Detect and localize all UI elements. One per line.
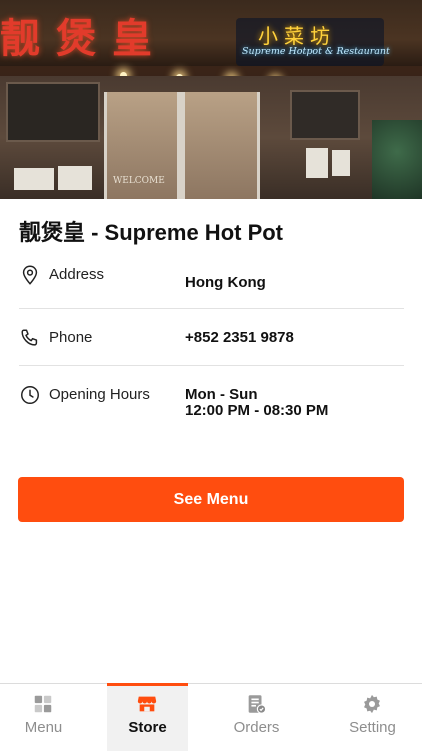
tab-menu-label: Menu xyxy=(24,719,63,736)
location-pin-icon xyxy=(22,265,38,285)
address-label: Address xyxy=(49,266,105,283)
neon-sign-chinese: 小菜坊 xyxy=(258,24,336,48)
opening-hours-label: Opening Hours xyxy=(49,386,150,403)
tab-setting[interactable]: Setting xyxy=(332,684,413,751)
address-value: Hong Kong xyxy=(185,274,266,291)
welcome-mat: WELCOME xyxy=(113,176,165,186)
gear-icon xyxy=(364,694,380,714)
phone-label: Phone xyxy=(49,329,93,346)
opening-days: Mon - Sun xyxy=(185,386,258,403)
active-tab-indicator xyxy=(107,683,188,686)
entrance-door: WELCOME xyxy=(104,92,260,199)
see-menu-button[interactable]: See Menu xyxy=(18,477,404,522)
divider xyxy=(19,308,404,309)
opening-time: 12:00 PM - 08:30 PM xyxy=(185,402,329,419)
tab-menu[interactable]: Menu xyxy=(3,684,84,751)
left-window xyxy=(6,82,100,142)
tab-store[interactable]: Store xyxy=(107,683,188,751)
store-title: 靓煲皇 - Supreme Hot Pot xyxy=(19,220,284,245)
clock-icon xyxy=(21,386,39,404)
tab-orders-label: Orders xyxy=(233,719,280,736)
right-window xyxy=(290,90,360,140)
storefront-icon xyxy=(137,696,157,712)
divider xyxy=(19,365,404,366)
tab-store-label: Store xyxy=(128,719,167,736)
receipt-icon xyxy=(248,695,267,714)
store-photo: 靓煲皇 小菜坊 Supreme Hotpot & Restaurant WELC… xyxy=(0,0,422,199)
tab-orders[interactable]: Orders xyxy=(216,684,297,751)
grid-icon xyxy=(34,695,52,713)
plant xyxy=(372,120,422,199)
sign-chinese-name: 靓煲皇 xyxy=(0,15,168,62)
tab-setting-label: Setting xyxy=(349,719,396,736)
phone-icon xyxy=(21,329,38,346)
neon-sign-english: Supreme Hotpot & Restaurant xyxy=(242,46,390,57)
bottom-tab-bar: Menu Store Orders Setting xyxy=(0,683,422,751)
phone-value[interactable]: +852 2351 9878 xyxy=(185,330,294,346)
